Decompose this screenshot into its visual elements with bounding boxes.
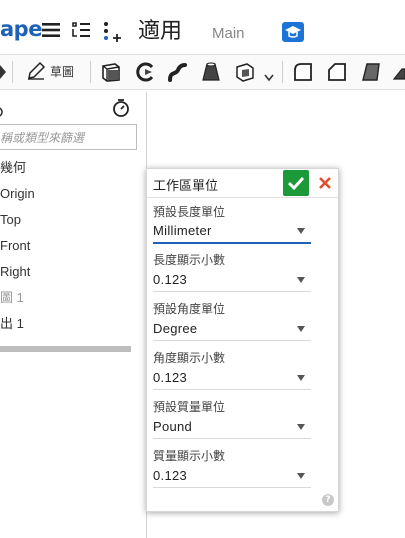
chevron-down-icon[interactable] — [264, 67, 274, 93]
mass-unit-select[interactable]: Pound — [153, 416, 311, 439]
mass-unit-value: Pound — [153, 419, 193, 434]
revolve-icon[interactable] — [134, 61, 156, 87]
draft-icon[interactable] — [360, 61, 382, 87]
extrude-icon[interactable] — [100, 61, 122, 87]
close-icon — [319, 177, 331, 189]
learning-center-icon[interactable] — [282, 22, 304, 42]
length-decimal-select[interactable]: 0.123 — [153, 269, 311, 292]
dialog-header: 工作區單位 — [147, 169, 338, 198]
length-unit-select[interactable]: Millimeter — [153, 220, 311, 244]
app-header: ape 適用 Main — [0, 0, 405, 52]
feature-list-icon[interactable] — [70, 20, 92, 44]
feature-tree-panel: 稱或類型來篩選 幾何 Origin Top Front Right 圖 1 出 … — [0, 92, 147, 538]
toolbar-divider — [90, 61, 91, 83]
workspace-units-dialog: 工作區單位 預設長度單位 Millimeter 長度顯示小數 0.123 預設角… — [146, 168, 339, 512]
confirm-button[interactable] — [283, 170, 309, 196]
angle-unit-select[interactable]: Degree — [153, 318, 311, 341]
chevron-right-icon[interactable] — [0, 64, 6, 90]
feature-toolbar: 草圖 — [0, 54, 405, 90]
help-icon[interactable]: ? — [322, 494, 334, 506]
dropdown-arrow-icon — [297, 424, 305, 430]
fillet-icon[interactable] — [292, 61, 314, 87]
insert-feature-icon[interactable] — [102, 20, 124, 46]
length-decimal-label: 長度顯示小數 — [153, 253, 226, 267]
dropdown-arrow-icon — [297, 228, 305, 234]
filter-placeholder: 稱或類型來篩選 — [0, 131, 85, 145]
length-unit-label: 預設長度單位 — [153, 205, 226, 219]
thicken-icon[interactable] — [234, 61, 256, 87]
collapse-arrow-icon[interactable] — [0, 102, 6, 121]
mass-decimal-select[interactable]: 0.123 — [153, 465, 311, 488]
rib-icon[interactable] — [392, 61, 405, 87]
dialog-title: 工作區單位 — [153, 179, 219, 194]
length-decimal-value: 0.123 — [153, 272, 188, 287]
angle-decimal-label: 角度顯示小數 — [153, 351, 226, 365]
tree-item-origin[interactable]: Origin — [0, 186, 35, 202]
tree-item-geometry[interactable]: 幾何 — [0, 160, 26, 176]
dropdown-arrow-icon — [297, 277, 305, 283]
toolbar-divider — [12, 61, 13, 83]
loft-icon[interactable] — [200, 61, 222, 87]
tree-item-front[interactable]: Front — [0, 238, 30, 254]
menu-icon[interactable] — [42, 22, 60, 42]
rollback-timer-icon[interactable] — [112, 98, 130, 122]
mass-decimal-label: 質量顯示小數 — [153, 449, 226, 463]
toolbar-divider — [282, 61, 283, 83]
mass-unit-label: 預設質量單位 — [153, 400, 226, 414]
dropdown-arrow-icon — [297, 326, 305, 332]
workspace-tab-main[interactable]: Main — [212, 24, 245, 44]
tree-item-right[interactable]: Right — [0, 264, 30, 280]
feature-filter-input[interactable]: 稱或類型來篩選 — [0, 124, 137, 150]
mass-decimal-value: 0.123 — [153, 468, 188, 483]
length-unit-value: Millimeter — [153, 223, 212, 238]
tree-item-sketch[interactable]: 圖 1 — [0, 290, 24, 306]
horizontal-scrollbar[interactable] — [0, 346, 131, 352]
sweep-icon[interactable] — [166, 61, 188, 87]
checkmark-icon — [287, 176, 305, 191]
angle-decimal-value: 0.123 — [153, 370, 188, 385]
tree-item-extrude[interactable]: 出 1 — [0, 316, 24, 332]
dropdown-arrow-icon — [297, 375, 305, 381]
angle-decimal-select[interactable]: 0.123 — [153, 367, 311, 390]
tree-item-top[interactable]: Top — [0, 212, 21, 228]
cancel-button[interactable] — [315, 171, 335, 195]
dropdown-arrow-icon — [297, 473, 305, 479]
chamfer-icon[interactable] — [326, 61, 348, 87]
angle-unit-value: Degree — [153, 321, 198, 336]
sketch-pencil-icon[interactable] — [26, 61, 46, 87]
document-title[interactable]: 適用 — [138, 18, 182, 46]
sketch-button-label[interactable]: 草圖 — [50, 63, 74, 80]
angle-unit-label: 預設角度單位 — [153, 302, 226, 316]
app-logo[interactable]: ape — [0, 16, 42, 42]
